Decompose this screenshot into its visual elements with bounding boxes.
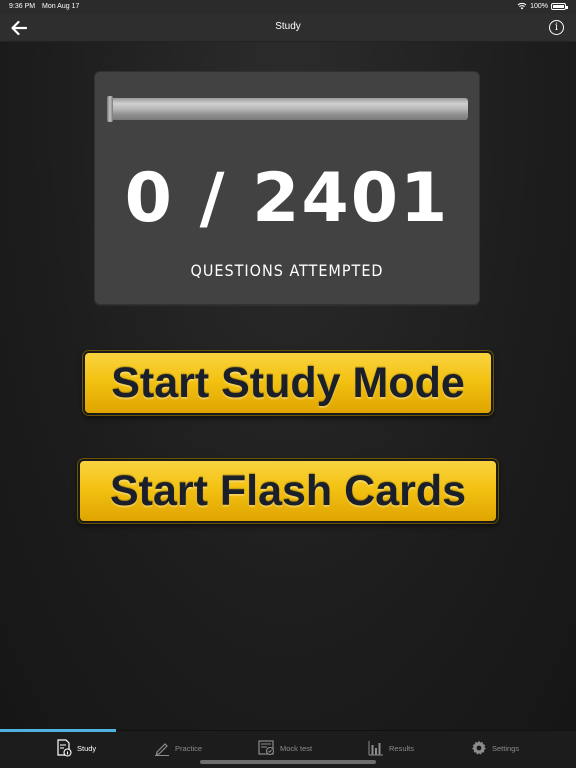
battery-percent: 100% (530, 2, 548, 10)
tab-study[interactable]: Study (56, 737, 96, 759)
questions-attempted-label: QUESTIONS ATTEMPTED (190, 261, 384, 280)
questions-counter: 0 / 2401 (124, 159, 450, 238)
pencil-icon (155, 743, 169, 756)
start-study-mode-button[interactable]: Start Study Mode (83, 351, 493, 415)
tab-results-label: Results (389, 743, 415, 753)
tab-settings[interactable]: Settings (471, 737, 519, 759)
test-form-icon (258, 740, 275, 756)
tab-study-label: Study (77, 743, 97, 753)
tab-mock-test[interactable]: Mock test (258, 737, 312, 759)
tab-practice[interactable]: Practice (154, 737, 202, 759)
gear-icon (472, 740, 486, 755)
bar-chart-icon (368, 741, 383, 756)
progress-bar (107, 98, 468, 120)
progress-bar-knob (107, 96, 113, 122)
page-title: Study (275, 21, 301, 32)
info-icon[interactable]: i (549, 20, 564, 35)
wifi-icon (517, 2, 527, 10)
home-indicator (200, 760, 376, 764)
navigation-bar: Study i (0, 14, 576, 42)
tab-settings-label: Settings (492, 743, 520, 753)
main-content: 0 / 2401 QUESTIONS ATTEMPTED Start Study… (0, 42, 576, 730)
status-time: 9:36 PM (9, 3, 36, 10)
start-flash-cards-button[interactable]: Start Flash Cards (78, 459, 498, 523)
progress-card: 0 / 2401 QUESTIONS ATTEMPTED (94, 71, 480, 305)
active-tab-indicator (0, 729, 116, 732)
status-date: Mon Aug 17 (42, 3, 80, 10)
study-document-icon (57, 739, 72, 757)
tab-mock-test-label: Mock test (280, 743, 313, 753)
status-indicators: 100% (517, 2, 568, 10)
status-bar: 9:36 PM Mon Aug 17 100% (0, 0, 576, 14)
tab-results[interactable]: Results (368, 737, 414, 759)
tab-practice-label: Practice (175, 743, 203, 753)
battery-icon (551, 2, 568, 10)
